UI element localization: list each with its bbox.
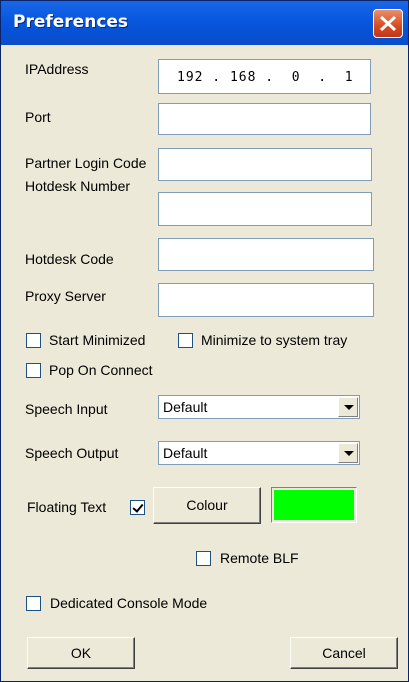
cancel-button[interactable]: Cancel (290, 637, 398, 669)
colour-button[interactable]: Colour (153, 487, 261, 524)
start-minimized-label: Start Minimized (49, 332, 146, 348)
hotdesk-number-field[interactable] (158, 192, 372, 226)
speech-input-label: Speech Input (25, 401, 108, 417)
floating-text-checkbox[interactable] (130, 500, 145, 515)
close-button[interactable] (373, 9, 403, 38)
preferences-body: IPAddress 192 . 168 . 0 . 1 Port Partner… (1, 45, 408, 682)
preferences-window: Preferences IPAddress 192 . 168 . 0 . 1 … (0, 0, 409, 682)
port-field[interactable] (158, 103, 371, 135)
partner-login-code-field[interactable] (158, 148, 372, 181)
speech-output-select[interactable]: Default (158, 441, 360, 465)
ip-address-field[interactable]: 192 . 168 . 0 . 1 (158, 59, 371, 94)
hotdesk-code-field[interactable] (158, 238, 374, 271)
floating-text-label: Floating Text (27, 499, 107, 515)
chevron-down-icon[interactable] (338, 443, 358, 463)
speech-output-label: Speech Output (25, 445, 119, 461)
proxy-server-field[interactable] (158, 283, 374, 317)
remote-blf-checkbox[interactable] (196, 551, 211, 566)
window-title: Preferences (13, 12, 129, 32)
port-label: Port (25, 109, 51, 125)
hotdesk-code-label: Hotdesk Code (25, 251, 114, 267)
colour-swatch-fill (274, 490, 354, 520)
minimize-to-tray-checkbox[interactable] (178, 333, 193, 348)
ok-button[interactable]: OK (27, 637, 135, 669)
pop-on-connect-checkbox[interactable] (26, 363, 41, 378)
chevron-down-icon[interactable] (338, 397, 358, 417)
close-icon (379, 15, 397, 32)
start-minimized-checkbox[interactable] (26, 333, 41, 348)
hotdesk-number-label: Hotdesk Number (25, 178, 131, 194)
remote-blf-label: Remote BLF (220, 550, 299, 566)
speech-input-select[interactable]: Default (158, 395, 360, 419)
pop-on-connect-label: Pop On Connect (49, 362, 153, 378)
colour-swatch (271, 487, 357, 523)
dedicated-console-label: Dedicated Console Mode (50, 595, 208, 611)
speech-input-value: Default (163, 399, 208, 415)
speech-output-value: Default (163, 445, 208, 461)
title-bar[interactable]: Preferences (1, 1, 408, 45)
partner-login-code-label: Partner Login Code (25, 155, 147, 171)
proxy-server-label: Proxy Server (25, 288, 106, 304)
minimize-to-tray-label: Minimize to system tray (201, 332, 348, 348)
ip-address-label: IPAddress (25, 61, 89, 77)
dedicated-console-checkbox[interactable] (26, 596, 41, 611)
